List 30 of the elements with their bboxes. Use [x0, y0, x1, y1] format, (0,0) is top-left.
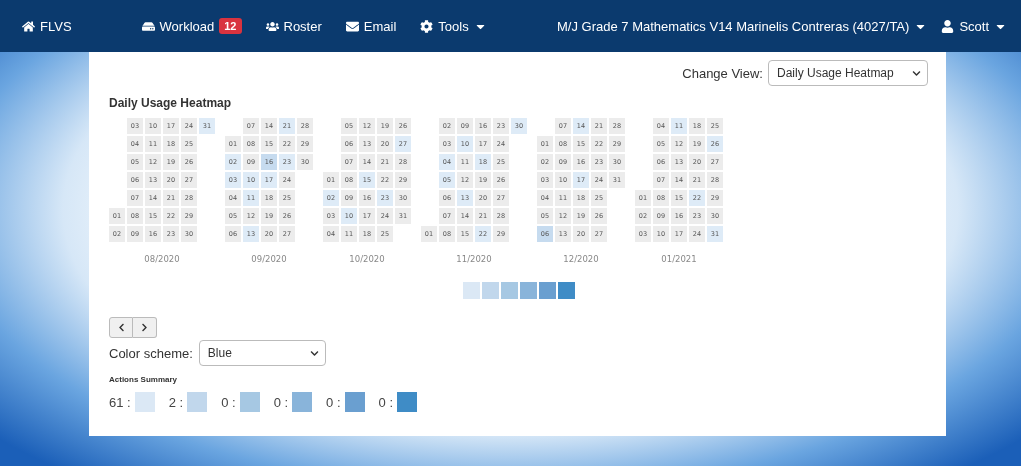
month-label: 11/2020 [456, 254, 492, 264]
color-scheme-select[interactable]: Blue [198, 340, 326, 366]
action-count: 2 : [168, 394, 184, 410]
view-label: Change View: [682, 65, 763, 81]
month-label: 10/2020 [349, 254, 385, 264]
nav-label: Workload [159, 18, 215, 34]
action-count: 0 : [326, 394, 341, 410]
month-label: 09/2020 [251, 254, 287, 264]
view-select[interactable]: Daily Usage Heatmap [768, 60, 928, 86]
count-badge: 12 [219, 18, 242, 34]
nav-label: Roster [283, 18, 322, 34]
heatmap-title: Daily Usage Heatmap [109, 96, 233, 110]
nav-link[interactable]: Email [345, 18, 397, 34]
user-menu[interactable]: Scott [941, 18, 1007, 34]
month-label: 08/2020 [144, 254, 180, 264]
nav-link[interactable]: Workload 12 [141, 18, 242, 34]
summary-title: Actions Summary [109, 375, 179, 384]
action-count: 0 : [378, 394, 394, 410]
nav-link[interactable]: Roster [265, 18, 322, 34]
month-label: 01/2021 [661, 254, 697, 264]
action-count: 61 : [109, 394, 131, 410]
month-label: 12/2020 [563, 254, 599, 264]
action-count: 0 : [221, 394, 236, 410]
brand-link[interactable]: FLVS [22, 18, 72, 34]
nav-link[interactable]: Tools [420, 18, 487, 34]
nav-label: Email [363, 18, 397, 34]
color-scheme-label: Color scheme: [109, 345, 193, 361]
action-count: 0 : [273, 394, 289, 410]
course-menu[interactable]: M/J Grade 7 Mathematics V14 Marinelis Contreras (4027/TA) [557, 18, 928, 34]
nav-label: Tools [438, 18, 469, 34]
